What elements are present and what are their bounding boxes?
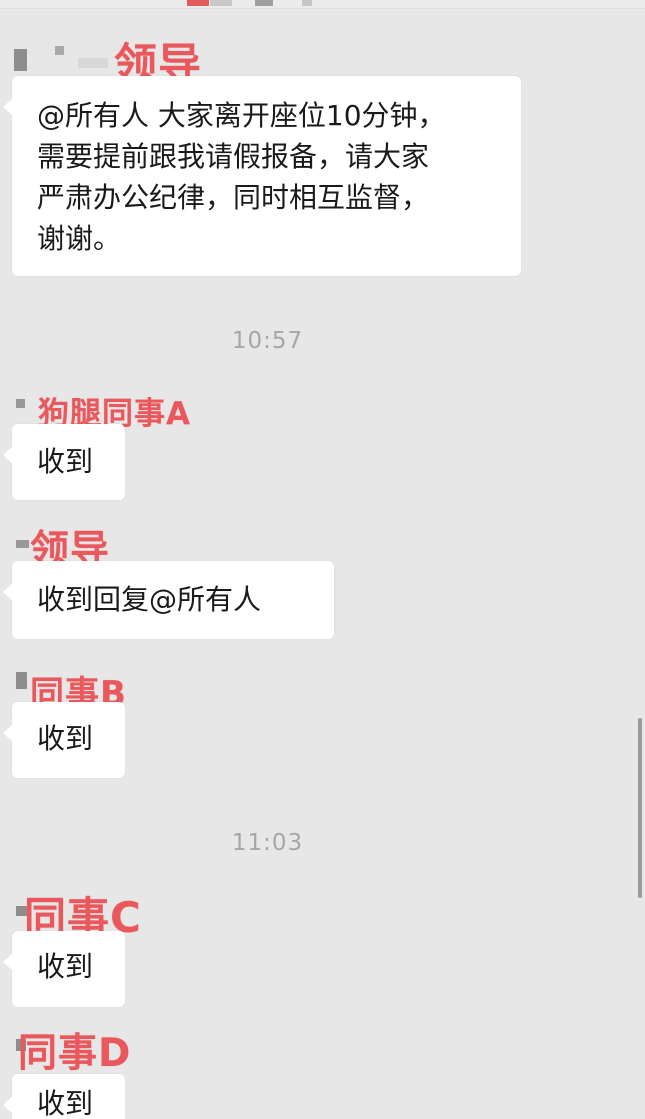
message-text: 收到: [37, 445, 94, 478]
blurred-name-block: [78, 58, 108, 68]
message-text: @所有人 大家离开座位10分钟， 需要提前跟我请假报备，请大家 严肃办公纪律，同…: [37, 99, 446, 255]
avatar-icon[interactable]: [14, 49, 27, 71]
timestamp: 11:03: [231, 830, 304, 856]
avatar-icon[interactable]: [16, 672, 27, 689]
message-bubble[interactable]: 收到回复@所有人: [3, 561, 334, 639]
avatar-icon[interactable]: [16, 399, 25, 408]
message-bubble[interactable]: 收到: [3, 931, 125, 1007]
scrollbar[interactable]: [638, 718, 642, 898]
chat-message: 同事B 收到: [0, 660, 645, 780]
chat-message: 同事C 收到: [0, 880, 645, 1010]
avatar-icon: [55, 46, 64, 55]
message-text: 收到回复@所有人: [37, 583, 262, 616]
timestamp: 10:57: [231, 328, 304, 354]
chat-message: 领导 收到回复@所有人: [0, 515, 645, 640]
chat-message: 狗腿同事A 收到: [0, 380, 645, 500]
message-text: 收到: [37, 1087, 94, 1119]
chat-message: 领导 @所有人 大家离开座位10分钟， 需要提前跟我请假报备，请大家 严肃办公纪…: [0, 0, 645, 290]
sender-name: 同事D: [18, 1031, 132, 1076]
message-text: 收到: [37, 950, 94, 983]
message-bubble[interactable]: 收到: [3, 702, 125, 778]
message-text: 收到: [37, 722, 94, 755]
avatar-icon[interactable]: [16, 540, 29, 548]
message-bubble[interactable]: @所有人 大家离开座位10分钟， 需要提前跟我请假报备，请大家 严肃办公纪律，同…: [3, 76, 521, 276]
chat-message: 同事D 收到: [0, 1018, 645, 1119]
message-bubble[interactable]: 收到: [3, 1074, 125, 1119]
message-bubble[interactable]: 收到: [3, 424, 125, 500]
chat-screen: 领导 @所有人 大家离开座位10分钟， 需要提前跟我请假报备，请大家 严肃办公纪…: [0, 0, 645, 1119]
